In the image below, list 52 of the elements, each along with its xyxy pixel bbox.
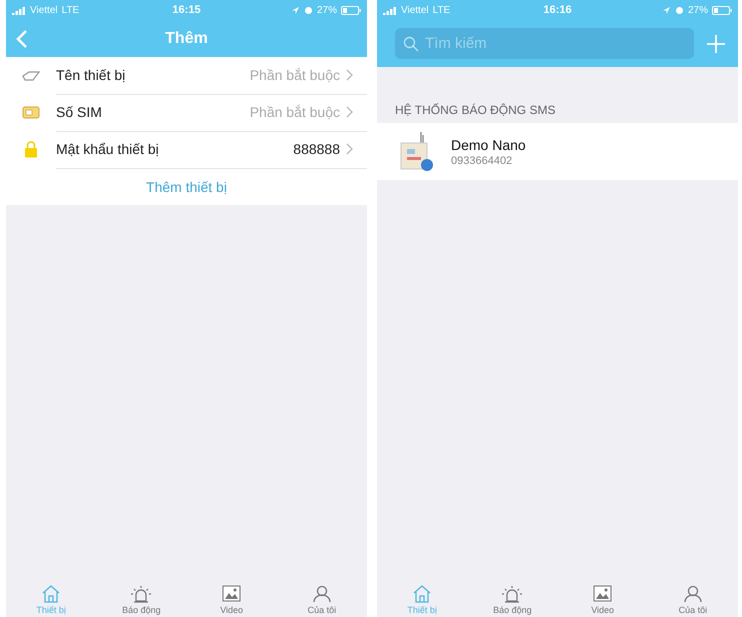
chevron-right-icon: [346, 143, 353, 155]
home-icon: [412, 585, 432, 603]
chevron-right-icon: [346, 106, 353, 118]
image-icon: [222, 585, 242, 603]
field-label: Số SIM: [56, 104, 103, 120]
chevron-right-icon: [346, 69, 353, 81]
tab-bar-item[interactable]: Video: [186, 573, 277, 617]
alarm-panel-icon: [399, 130, 435, 172]
device-list-item[interactable]: Demo Nano 0933664402: [377, 123, 738, 180]
battery-percent: 27%: [688, 4, 708, 16]
user-icon: [682, 585, 703, 603]
tab-bar-item[interactable]: Video: [558, 573, 648, 617]
field-placeholder: Phần bắt buộc: [250, 104, 340, 120]
status-time: 16:16: [542, 4, 573, 16]
search-icon: [403, 36, 419, 52]
home-icon: [41, 585, 62, 603]
lock-icon: [24, 141, 38, 158]
device-phone: 0933664402: [451, 154, 514, 166]
network-type: LTE: [432, 4, 450, 16]
image-icon: [592, 585, 613, 603]
battery-icon: [340, 6, 361, 14]
device-name: Demo Nano: [451, 136, 526, 152]
tab-bar-item[interactable]: Của tôi: [648, 573, 738, 617]
form-row[interactable]: Số SIM Phần bắt buộc: [56, 94, 367, 132]
sim-card-icon: [22, 106, 40, 119]
section-header: HỆ THỐNG BÁO ĐỘNG SMS: [394, 102, 556, 119]
tag-icon: [21, 70, 41, 80]
search-field[interactable]: Tìm kiếm: [395, 28, 694, 59]
signal-icon: [383, 6, 397, 14]
location-icon: [662, 6, 671, 14]
carrier-name: Viettel: [401, 4, 429, 16]
battery-percent: 27%: [316, 4, 337, 16]
carrier-name: Viettel: [30, 4, 58, 16]
add-button[interactable]: [706, 34, 726, 54]
screen-title: Thêm: [165, 30, 208, 48]
field-label: Tên thiết bị: [56, 67, 126, 83]
tab-bar-item[interactable]: Báo động: [467, 573, 558, 617]
battery-icon: [712, 6, 732, 14]
location-icon: [290, 6, 300, 14]
alarm-light-icon: [501, 585, 524, 603]
form-row[interactable]: Tên thiết bị Phần bắt buộc: [56, 56, 367, 94]
user-icon: [312, 585, 332, 603]
network-type: LTE: [62, 4, 80, 16]
field-label: Mật khẩu thiết bị: [56, 141, 160, 157]
back-button[interactable]: [16, 28, 28, 48]
tab-bar-item[interactable]: Của tôi: [276, 573, 367, 617]
field-placeholder: Phần bắt buộc: [250, 67, 340, 83]
alarm-light-icon: [130, 585, 152, 603]
tab-bar-item[interactable]: Báo động: [96, 573, 186, 617]
field-value: 888888: [293, 141, 340, 157]
status-time: 16:15: [171, 4, 202, 16]
signal-icon: [12, 6, 26, 14]
